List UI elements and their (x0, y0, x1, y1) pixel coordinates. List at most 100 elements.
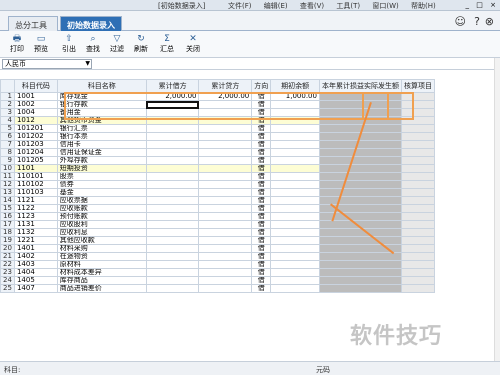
cell-name[interactable]: 原材料 (56, 260, 147, 269)
cell-balance[interactable] (270, 132, 320, 141)
cell-credit[interactable] (198, 196, 253, 205)
cell-debit[interactable] (145, 212, 200, 221)
smile-icon[interactable]: ☺ (455, 15, 466, 28)
cell-code[interactable]: 110103 (13, 188, 58, 197)
table-row[interactable]: 20 1401 材料采购 借 (0, 244, 435, 253)
cell-debit[interactable] (145, 172, 200, 181)
col-header-direction[interactable]: 方向 (251, 79, 272, 93)
cell-direction[interactable]: 借 (251, 228, 272, 237)
vertical-scrollbar[interactable] (494, 58, 500, 361)
cell-check[interactable] (400, 188, 435, 197)
cell-balance[interactable] (270, 140, 320, 149)
cell-debit[interactable] (145, 260, 200, 269)
help-icon[interactable]: ? (474, 15, 480, 28)
cell-credit[interactable] (198, 204, 253, 213)
cell-check[interactable] (400, 172, 435, 181)
cell-debit[interactable] (145, 252, 200, 261)
cell-balance[interactable] (270, 164, 320, 173)
cell-check[interactable] (400, 148, 435, 157)
cell-balance[interactable] (270, 148, 320, 157)
table-row[interactable]: 8 101204 信用证保证金 借 (0, 148, 435, 157)
cell-balance[interactable] (270, 268, 320, 277)
table-row[interactable]: 9 101205 外埠存款 借 (0, 156, 435, 165)
cell-credit[interactable] (198, 124, 253, 133)
cell-name[interactable]: 应收股利 (56, 220, 147, 229)
cell-credit[interactable] (198, 276, 253, 285)
cell-check[interactable] (400, 204, 435, 213)
cell-name[interactable]: 在途物资 (56, 252, 147, 261)
cell-check[interactable] (400, 228, 435, 237)
cell-code[interactable]: 1004 (13, 108, 58, 117)
cell-code[interactable]: 1012 (13, 116, 58, 125)
cell-year-profit[interactable] (318, 260, 402, 269)
cell-direction[interactable]: 借 (251, 276, 272, 285)
summary-button[interactable]: Σ 汇总 (156, 33, 178, 56)
cell-credit[interactable] (198, 172, 253, 181)
cell-credit[interactable] (198, 236, 253, 245)
cell-code[interactable]: 1101 (13, 164, 58, 173)
col-header-year-profit[interactable]: 本年累计损益实际发生额 (318, 79, 402, 93)
cell-code[interactable]: 1402 (13, 252, 58, 261)
cell-name[interactable]: 银行本票 (56, 132, 147, 141)
cell-code[interactable]: 1122 (13, 204, 58, 213)
col-header-check[interactable]: 核算项目 (400, 79, 435, 93)
table-row[interactable]: 12 110102 债券 借 (0, 180, 435, 189)
table-row[interactable]: 10 1101 短期投资 借 (0, 164, 435, 173)
cell-direction[interactable]: 借 (251, 140, 272, 149)
cell-check[interactable] (400, 268, 435, 277)
cell-balance[interactable] (270, 252, 320, 261)
cell-direction[interactable]: 借 (251, 132, 272, 141)
col-header-debit[interactable]: 累计借方 (145, 79, 200, 93)
cell-check[interactable] (400, 260, 435, 269)
cell-code[interactable]: 101204 (13, 148, 58, 157)
table-row[interactable]: 5 101201 银行汇票 借 (0, 124, 435, 133)
cell-credit[interactable] (198, 156, 253, 165)
cell-credit[interactable] (198, 188, 253, 197)
cell-debit[interactable] (145, 164, 200, 173)
maximize-button[interactable]: □ (476, 1, 483, 9)
close-window-button[interactable]: × (490, 1, 496, 9)
cell-balance[interactable] (270, 236, 320, 245)
cell-year-profit[interactable] (318, 172, 402, 181)
cell-name[interactable]: 信用证保证金 (56, 148, 147, 157)
table-row[interactable]: 24 1405 库存商品 借 (0, 276, 435, 285)
cell-code[interactable]: 101201 (13, 124, 58, 133)
table-row[interactable]: 19 1221 其他应收款 借 (0, 236, 435, 245)
cell-code[interactable]: 101203 (13, 140, 58, 149)
cell-debit[interactable] (145, 124, 200, 133)
currency-select[interactable]: 人民币 ▼ (2, 59, 92, 69)
cell-year-profit[interactable] (318, 284, 402, 293)
cell-check[interactable] (400, 284, 435, 293)
cell-credit[interactable] (198, 252, 253, 261)
cell-credit[interactable] (198, 228, 253, 237)
cell-check[interactable] (400, 124, 435, 133)
cell-name[interactable]: 应收账款 (56, 204, 147, 213)
cell-balance[interactable] (270, 180, 320, 189)
cell-year-profit[interactable] (318, 268, 402, 277)
table-row[interactable]: 25 1407 商品进销差价 借 (0, 284, 435, 293)
cell-credit[interactable] (198, 140, 253, 149)
cell-check[interactable] (400, 220, 435, 229)
cell-debit[interactable] (145, 196, 200, 205)
cell-balance[interactable] (270, 276, 320, 285)
cell-code[interactable]: 1404 (13, 268, 58, 277)
close-icon[interactable]: ⊗ (485, 15, 494, 28)
cell-year-profit[interactable] (318, 188, 402, 197)
cell-credit[interactable] (198, 260, 253, 269)
cell-debit[interactable] (145, 276, 200, 285)
cell-year-profit[interactable] (318, 148, 402, 157)
cell-credit[interactable] (198, 212, 253, 221)
cell-code[interactable]: 1001 (13, 92, 58, 101)
cell-code[interactable]: 101202 (13, 132, 58, 141)
cell-code[interactable]: 1121 (13, 196, 58, 205)
cell-credit[interactable] (198, 148, 253, 157)
cell-direction[interactable]: 借 (251, 268, 272, 277)
cell-check[interactable] (400, 156, 435, 165)
cell-direction[interactable]: 借 (251, 252, 272, 261)
cell-debit[interactable] (145, 140, 200, 149)
cell-balance[interactable] (270, 220, 320, 229)
cell-credit[interactable] (198, 284, 253, 293)
minimize-button[interactable]: _ (466, 1, 470, 9)
cell-check[interactable] (400, 244, 435, 253)
cell-name[interactable]: 材料成本差异 (56, 268, 147, 277)
